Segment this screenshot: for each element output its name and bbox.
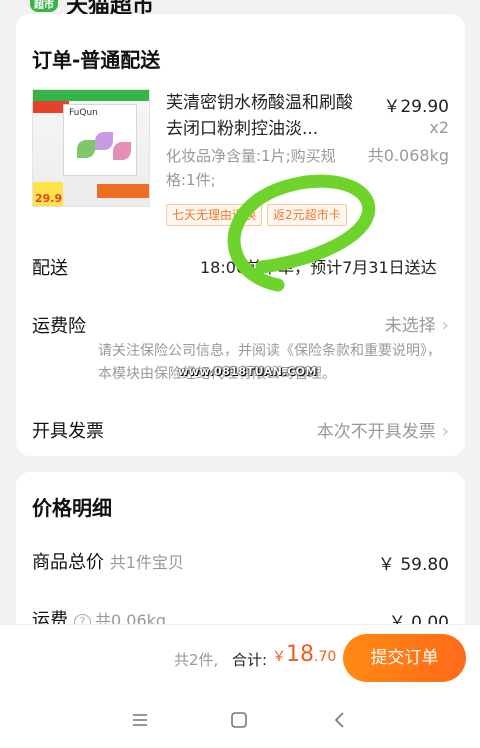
invoice-value: 本次不开具发票: [316, 422, 436, 442]
product-title[interactable]: 芙清密钥水杨酸温和刷酸去闭口粉刺控油淡...: [166, 90, 356, 142]
product-thumbnail[interactable]: FuQun 29.9: [32, 89, 150, 207]
leaf-icon: [77, 140, 95, 158]
price-detail-card: 价格明细 商品总价 共1件宝贝 ￥ 59.80 运费? 共0.06kg ￥ 0.0…: [16, 472, 465, 642]
delivery-label: 配送: [32, 258, 68, 279]
thumb-promo-tag: [97, 184, 149, 198]
back-chevron-icon[interactable]: [328, 708, 352, 732]
order-title: 订单-普通配送: [32, 48, 161, 72]
store-badge: 超市: [30, 0, 58, 12]
thumb-brand: FuQun: [69, 108, 98, 118]
currency-symbol: ￥: [272, 649, 286, 665]
invoice-label: 开具发票: [32, 421, 104, 442]
goods-total-row: 商品总价 共1件宝贝: [32, 548, 184, 574]
green-circle-annotation: [227, 174, 376, 292]
invoice-selector[interactable]: 本次不开具发票 ›: [317, 417, 449, 442]
goods-total-label: 商品总价: [32, 552, 104, 573]
total-price: ￥18.70: [272, 642, 336, 667]
chevron-right-icon: ›: [441, 421, 449, 442]
store-header: 超市 天猫超市: [0, 0, 480, 19]
checkout-bar: 共2件, 合计: ￥18.70 提交订单: [0, 624, 480, 692]
goods-count: 共1件宝贝: [109, 553, 184, 572]
insurance-value: 未选择: [384, 316, 436, 336]
item-count: 共2件,: [174, 651, 219, 669]
product-quantity: x2: [429, 118, 449, 137]
price-detail-title: 价格明细: [32, 496, 112, 520]
goods-total-value: ￥ 59.80: [377, 555, 449, 575]
chevron-right-icon: ›: [441, 315, 449, 336]
product-price: ￥29.90: [383, 97, 449, 117]
thumb-price: 29.9: [35, 192, 63, 205]
insurance-note: 请关注保险公司信息，并阅读《保险条款和重要说明》，本模块由保险经纪代理有限公司管…: [98, 343, 441, 382]
thumb-band: [33, 90, 149, 101]
menu-icon[interactable]: [128, 708, 152, 732]
leaf-icon: [113, 142, 131, 160]
total-integer: 18: [286, 642, 314, 667]
total-label: 合计:: [232, 651, 268, 669]
system-navbar: [0, 692, 480, 748]
home-square-icon[interactable]: [227, 708, 251, 732]
leaf-icon: [95, 132, 113, 150]
submit-order-button[interactable]: 提交订单: [343, 634, 466, 682]
product-weight: 共0.068kg: [367, 146, 449, 165]
total-decimal: .70: [314, 649, 337, 665]
insurance-selector[interactable]: 未选择 ›: [385, 311, 449, 336]
order-card: 订单-普通配送 FuQun 29.9 芙清密钥水杨酸温和刷酸去闭口粉刺控油淡..…: [16, 14, 465, 456]
insurance-label: 运费险: [32, 316, 86, 337]
watermark: www.0818TUAN.COM: [178, 365, 317, 378]
